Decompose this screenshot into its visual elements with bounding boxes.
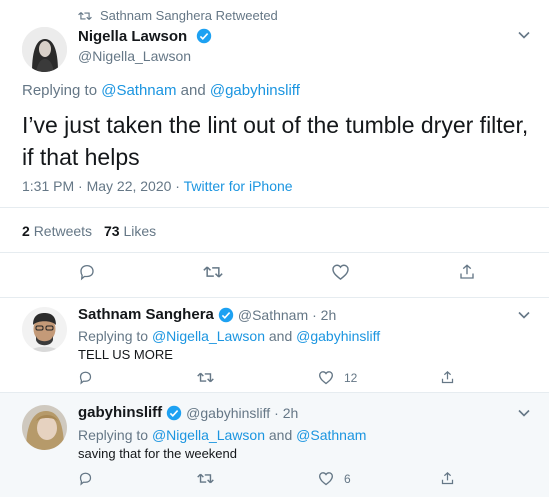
chevron-down-icon[interactable] — [517, 406, 531, 420]
mention-link[interactable]: @gabyhinsliff — [210, 82, 300, 99]
retweets-label: Retweets — [33, 223, 93, 239]
mention-link[interactable]: @Sathnam — [296, 427, 366, 443]
retweet-button[interactable] — [203, 263, 223, 281]
like-count: 12 — [344, 370, 358, 385]
replying-to: Replying to @Nigella_Lawson and @Sathnam — [78, 427, 366, 443]
retweet-icon — [78, 11, 92, 20]
reply-header: Sathnam Sanghera @Sathnam · 2h — [78, 306, 336, 323]
reply-icon — [79, 472, 92, 486]
reply-button[interactable] — [78, 370, 93, 385]
share-icon — [441, 371, 454, 384]
mention-link[interactable]: @Sathnam — [101, 82, 176, 99]
author-handle[interactable]: @gabyhinsliff — [186, 405, 270, 421]
replying-and: and — [268, 328, 293, 344]
likes-label: Likes — [123, 223, 157, 239]
author-name[interactable]: Sathnam Sanghera — [78, 306, 214, 323]
main-tweet: Sathnam Sanghera Retweeted Nigella Lawso… — [0, 0, 549, 298]
reply-header: gabyhinsliff @gabyhinsliff · 2h — [78, 404, 298, 421]
chevron-down-icon[interactable] — [517, 308, 531, 322]
avatar[interactable] — [22, 27, 67, 72]
mention-link[interactable]: @Nigella_Lawson — [152, 427, 265, 443]
tweet-source[interactable]: Twitter for iPhone — [184, 178, 293, 194]
tweet-text: I’ve just taken the lint out of the tumb… — [22, 112, 529, 170]
reply-button[interactable] — [78, 263, 96, 281]
author-block: Nigella Lawson @Nigella_Lawson — [78, 28, 212, 64]
author-handle[interactable]: @Sathnam — [238, 307, 308, 323]
share-button[interactable] — [440, 471, 455, 486]
replying-prefix: Replying to — [78, 328, 149, 344]
verified-icon — [218, 307, 234, 322]
heart-icon — [332, 264, 349, 281]
reply-icon — [79, 371, 92, 385]
tweet-timestamp[interactable]: 1:31 PM · May 22, 2020 · — [22, 178, 184, 194]
tweet-meta: 1:31 PM · May 22, 2020 · Twitter for iPh… — [22, 178, 293, 194]
tweet-text: TELL US MORE — [78, 347, 173, 362]
author-name[interactable]: gabyhinsliff — [78, 404, 162, 421]
share-button[interactable] — [440, 370, 455, 385]
chevron-down-icon[interactable] — [517, 28, 531, 42]
reply-icon — [80, 264, 94, 281]
replying-to: Replying to @Nigella_Lawson and @gabyhin… — [78, 328, 380, 344]
verified-icon — [166, 405, 182, 420]
likes-stat[interactable]: 73 Likes — [104, 223, 156, 239]
tweet-stats: 2 Retweets 73 Likes — [0, 207, 549, 253]
tweet-text: saving that for the weekend — [78, 446, 237, 461]
author-name[interactable]: Nigella Lawson — [78, 28, 187, 45]
likes-count: 73 — [104, 223, 120, 239]
author-handle[interactable]: @Nigella_Lawson — [78, 48, 212, 64]
share-button[interactable] — [458, 263, 476, 281]
retweets-count: 2 — [22, 223, 30, 239]
replying-to: Replying to @Sathnam and @gabyhinsliff — [22, 82, 300, 99]
reply-button[interactable] — [78, 471, 93, 486]
like-button[interactable]: 12 — [318, 370, 357, 385]
reply-tweet[interactable]: Sathnam Sanghera @Sathnam · 2h Replying … — [0, 298, 549, 393]
retweet-icon — [197, 473, 214, 484]
retweets-stat[interactable]: 2 Retweets — [22, 223, 92, 239]
like-count: 6 — [344, 471, 351, 486]
tweet-time[interactable]: · 2h — [274, 405, 298, 421]
retweet-button[interactable] — [197, 471, 214, 486]
tweet-time[interactable]: · 2h — [312, 307, 336, 323]
replying-prefix: Replying to — [22, 82, 98, 99]
avatar[interactable] — [22, 307, 67, 352]
retweet-icon — [197, 372, 214, 383]
like-button[interactable] — [331, 263, 350, 281]
retweet-button[interactable] — [197, 370, 214, 385]
avatar[interactable] — [22, 405, 67, 450]
retweet-icon — [203, 266, 223, 278]
retweet-context: Sathnam Sanghera Retweeted — [78, 8, 278, 23]
replying-and: and — [268, 427, 293, 443]
like-button[interactable]: 6 — [318, 471, 351, 486]
mention-link[interactable]: @gabyhinsliff — [296, 328, 380, 344]
replying-and: and — [180, 82, 206, 99]
share-icon — [441, 472, 454, 485]
retweeted-by-text[interactable]: Sathnam Sanghera Retweeted — [100, 8, 278, 23]
heart-icon — [318, 371, 334, 385]
mention-link[interactable]: @Nigella_Lawson — [152, 328, 265, 344]
replying-prefix: Replying to — [78, 427, 149, 443]
share-icon — [460, 264, 474, 279]
verified-icon — [196, 28, 211, 44]
heart-icon — [318, 472, 334, 486]
reply-tweet[interactable]: gabyhinsliff @gabyhinsliff · 2h Replying… — [0, 393, 549, 497]
